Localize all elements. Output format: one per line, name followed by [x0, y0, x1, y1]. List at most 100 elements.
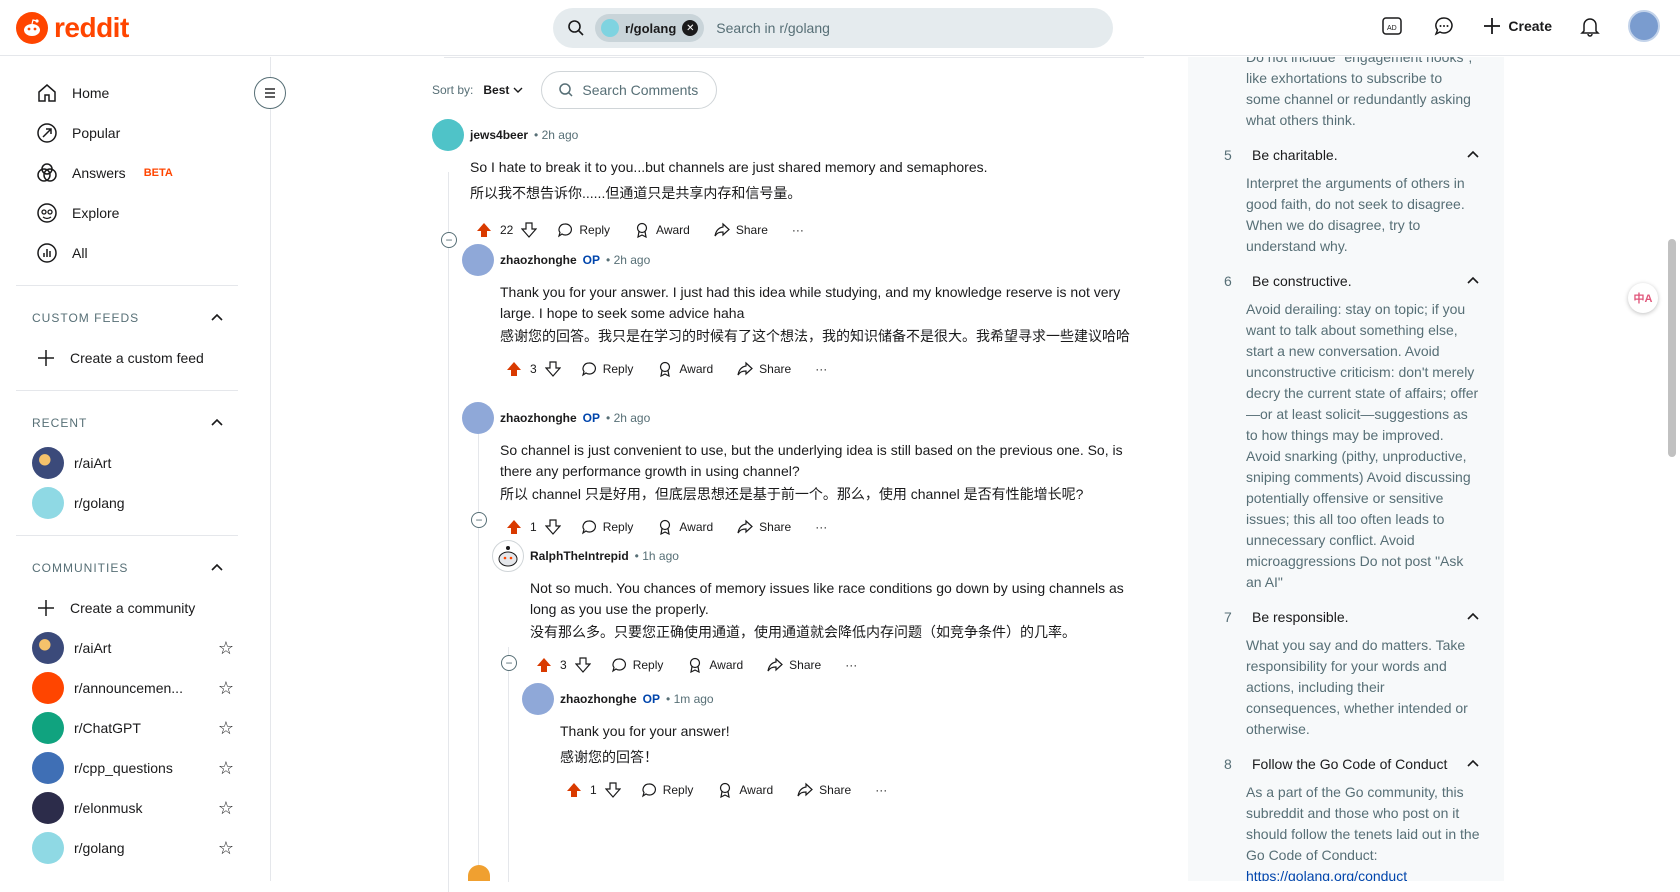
collapse-thread-icon[interactable]: − — [501, 655, 517, 671]
nav-home[interactable]: Home — [16, 73, 254, 113]
downvote-icon[interactable] — [604, 782, 621, 798]
nav-answers[interactable]: Answers BETA — [16, 153, 254, 193]
rule-7-header[interactable]: 7 Be responsible. — [1188, 599, 1504, 635]
svg-text:AD: AD — [1387, 25, 1397, 32]
thread-line — [448, 172, 449, 892]
custom-feeds-header[interactable]: CUSTOM FEEDS — [16, 298, 238, 338]
rule-8-header[interactable]: 8 Follow the Go Code of Conduct — [1188, 746, 1504, 782]
advertise-icon[interactable]: AD — [1378, 12, 1406, 40]
award-button[interactable]: Award — [707, 776, 783, 804]
recent-item-aiart[interactable]: r/aiArt — [16, 443, 238, 483]
downvote-icon[interactable] — [574, 657, 591, 673]
translate-icon[interactable]: 中A — [1628, 283, 1658, 313]
community-item[interactable]: r/aiArt ☆ — [16, 628, 238, 668]
search-input[interactable]: Search in r/golang — [716, 20, 830, 36]
create-button[interactable]: Create — [1482, 16, 1552, 36]
clear-scope-icon[interactable]: ✕ — [682, 20, 699, 36]
home-icon — [38, 84, 56, 102]
community-item[interactable]: r/announcemen... ☆ — [16, 668, 238, 708]
nav-popular[interactable]: Popular — [16, 113, 254, 153]
recent-item-golang[interactable]: r/golang — [16, 483, 238, 523]
rule-6-header[interactable]: 6 Be constructive. — [1188, 263, 1504, 299]
more-options-button[interactable]: ··· — [805, 355, 837, 383]
community-item[interactable]: r/ChatGPT ☆ — [16, 708, 238, 748]
upvote-icon[interactable] — [536, 657, 552, 673]
recent-header[interactable]: RECENT — [16, 403, 238, 443]
comment-author[interactable]: zhaozhonghe — [500, 253, 577, 267]
share-button[interactable]: Share — [727, 513, 801, 541]
create-custom-feed[interactable]: Create a custom feed — [16, 338, 254, 378]
share-button[interactable]: Share — [757, 651, 831, 679]
comment-author[interactable]: jews4beer — [470, 128, 528, 142]
reply-button[interactable]: Reply — [631, 776, 704, 804]
beta-badge: BETA — [143, 167, 173, 179]
downvote-icon[interactable] — [521, 222, 538, 238]
nav-all[interactable]: All — [16, 233, 254, 273]
comment-author[interactable]: zhaozhonghe — [500, 411, 577, 425]
answers-icon — [37, 163, 57, 182]
share-button[interactable]: Share — [787, 776, 861, 804]
award-button[interactable]: Award — [624, 216, 700, 244]
downvote-icon[interactable] — [544, 361, 561, 377]
comment-author[interactable]: RalphTheIntrepid — [530, 549, 629, 563]
reply-button[interactable]: Reply — [571, 355, 644, 383]
comment-avatar[interactable] — [462, 244, 494, 276]
reply-button[interactable]: Reply — [547, 216, 620, 244]
search-bar[interactable]: r/golang ✕ Search in r/golang — [553, 8, 1113, 48]
reply-button[interactable]: Reply — [571, 513, 644, 541]
share-button[interactable]: Share — [704, 216, 778, 244]
user-avatar[interactable] — [1628, 10, 1660, 42]
community-item[interactable]: r/elonmusk ☆ — [16, 788, 238, 828]
upvote-icon[interactable] — [476, 222, 492, 238]
subreddit-scope-chip[interactable]: r/golang ✕ — [595, 14, 705, 42]
collapse-sidebar-button[interactable] — [254, 77, 286, 109]
comment-avatar[interactable] — [522, 683, 554, 715]
create-community[interactable]: Create a community — [16, 588, 254, 628]
award-button[interactable]: Award — [647, 513, 723, 541]
collapse-thread-icon[interactable]: − — [441, 232, 457, 248]
scrollbar-thumb[interactable] — [1668, 239, 1676, 457]
downvote-icon[interactable] — [544, 519, 561, 535]
golang-avatar — [32, 487, 64, 519]
star-icon[interactable]: ☆ — [218, 678, 234, 699]
collapse-thread-icon[interactable]: − — [471, 512, 487, 528]
award-button[interactable]: Award — [647, 355, 723, 383]
more-options-button[interactable]: ··· — [865, 776, 897, 804]
nav-label: Answers — [72, 165, 126, 181]
next-comment-avatar[interactable] — [468, 865, 490, 881]
comment-avatar[interactable] — [462, 402, 494, 434]
star-icon[interactable]: ☆ — [218, 798, 234, 819]
star-icon[interactable]: ☆ — [218, 718, 234, 739]
star-icon[interactable]: ☆ — [218, 758, 234, 779]
more-options-button[interactable]: ··· — [782, 216, 814, 244]
search-comments-input[interactable]: Search Comments — [541, 71, 718, 109]
chat-icon[interactable] — [1430, 12, 1458, 40]
nav-explore[interactable]: Explore — [16, 193, 254, 233]
comment-avatar[interactable] — [432, 119, 464, 151]
sort-dropdown[interactable]: Best — [483, 83, 523, 97]
upvote-icon[interactable] — [566, 782, 582, 798]
upvote-icon[interactable] — [506, 361, 522, 377]
comment-author[interactable]: zhaozhonghe — [560, 692, 637, 706]
community-item[interactable]: r/golang ☆ — [16, 828, 238, 868]
more-options-button[interactable]: ··· — [805, 513, 837, 541]
communities-header[interactable]: COMMUNITIES — [16, 548, 238, 588]
rule-text: What you say and do matters. Take respon… — [1246, 637, 1468, 737]
rule-5-header[interactable]: 5 Be charitable. — [1188, 137, 1504, 173]
vote-count: 1 — [530, 520, 537, 534]
share-button[interactable]: Share — [727, 355, 801, 383]
reddit-logo[interactable]: reddit — [16, 12, 129, 44]
page-scrollbar[interactable] — [1664, 57, 1678, 881]
more-options-button[interactable]: ··· — [835, 651, 867, 679]
sort-value: Best — [483, 83, 510, 97]
community-item[interactable]: r/cpp_questions ☆ — [16, 748, 238, 788]
reply-button[interactable]: Reply — [601, 651, 674, 679]
award-button[interactable]: Award — [677, 651, 753, 679]
star-icon[interactable]: ☆ — [218, 838, 234, 859]
notifications-icon[interactable] — [1576, 12, 1604, 40]
code-of-conduct-link[interactable]: https://golang.org/conduct — [1246, 868, 1407, 881]
star-icon[interactable]: ☆ — [218, 638, 234, 659]
comment-avatar[interactable] — [492, 540, 524, 572]
vote-controls: 22 — [470, 222, 543, 238]
upvote-icon[interactable] — [506, 519, 522, 535]
